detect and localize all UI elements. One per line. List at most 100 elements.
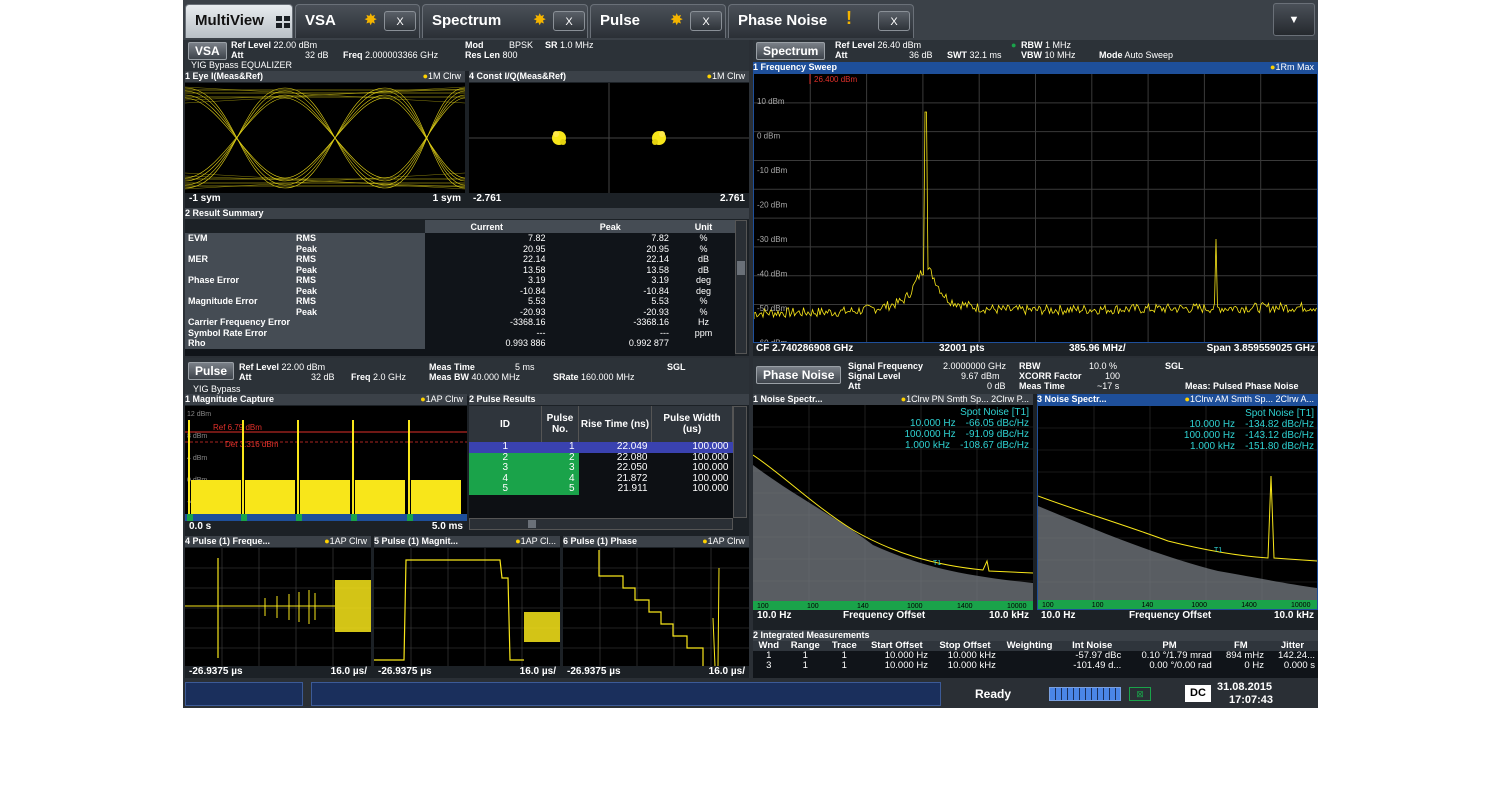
table-cell: 20.95	[646, 243, 669, 254]
axis-min: -1 sym	[189, 193, 221, 204]
x-tick: 10000	[1007, 603, 1027, 610]
value: 32.1 ms	[969, 50, 1002, 60]
title-text: 2 Integrated Measurements	[753, 630, 870, 640]
table-cell: Peak	[293, 243, 426, 254]
label: Att	[231, 50, 244, 60]
table-row[interactable]: 5 5 21.911 100.000	[469, 484, 733, 495]
table-cell: RMS	[293, 275, 426, 286]
close-button[interactable]: X	[690, 11, 722, 31]
offset: 10.000 Hz	[910, 418, 956, 429]
measurement-mode: Meas: Pulsed Phase Noise	[1185, 381, 1299, 391]
table-cell	[293, 317, 426, 328]
table-cell: dB	[697, 254, 709, 265]
det-marker-label: Det 3.316 dBm	[225, 440, 279, 449]
column-header: Peak	[548, 220, 672, 233]
x-tick: 1400	[957, 603, 973, 610]
pulse-results-title[interactable]: 2 Pulse Results	[469, 394, 749, 405]
pulse-channel-button[interactable]: Pulse	[188, 362, 235, 380]
constellation-title[interactable]: 4 Const I/Q(Meas&Ref) ●1M Clrw	[469, 71, 749, 82]
dc-coupling-badge[interactable]: DC	[1185, 685, 1211, 702]
close-button[interactable]: X	[384, 11, 416, 31]
integrated-measurements-title[interactable]: 2 Integrated Measurements	[753, 630, 1318, 641]
table-cell: Symbol Rate Error	[185, 327, 294, 338]
close-button[interactable]: X	[878, 11, 910, 31]
noise-spectrum-1-plot[interactable]: T1 100 100 140 1000 1400 10000 Spot Noise [T1…	[753, 405, 1033, 610]
y-tick: 8 dBm	[187, 433, 207, 440]
value: 2.0 GHz	[373, 372, 407, 382]
table-cell: 10.000 Hz	[884, 660, 929, 671]
spot-noise-row: 1.000 kHz -108.67 dBc/Hz	[885, 440, 1029, 451]
value: 22.00 dBm	[281, 362, 326, 372]
pulse-marker	[351, 514, 357, 521]
spectrum-channel-button[interactable]: Spectrum	[756, 42, 826, 60]
table-cell: 22.049	[578, 442, 652, 453]
trace-label: 1AP Cl...	[520, 536, 556, 546]
table-cell: 0 Hz	[1244, 660, 1264, 671]
ref-marker-label: Ref 6.79 dBm	[213, 423, 262, 432]
constellation-plot[interactable]	[469, 83, 749, 193]
value: 800	[502, 50, 518, 60]
vsa-header: VSA Ref Level 22.00 dBm Att 32 dB Freq 2…	[185, 40, 749, 71]
pulse-envelope	[300, 480, 350, 514]
tab-multiview[interactable]: MultiView	[185, 4, 293, 38]
offset: 10.000 Hz	[1189, 419, 1236, 430]
pulse-frequency-plot[interactable]	[185, 548, 371, 666]
result-summary-title[interactable]: 2 Result Summary	[185, 208, 749, 219]
vsa-channel-button[interactable]: VSA	[188, 42, 227, 60]
pulse-frequency-title[interactable]: 4 Pulse (1) Freque... ●1AP Clrw	[185, 536, 371, 547]
table-row: MER RMS 22.14 22.14 dB	[185, 254, 735, 265]
table-cell: 5.53	[527, 296, 546, 307]
table-cell: 3.19	[651, 275, 669, 286]
pulse-header: Pulse Ref Level 22.00 dBm Att 32 dB Freq…	[185, 358, 749, 396]
magnitude-axis: 0.0 s 5.0 ms	[185, 521, 467, 533]
pulse-results-table: ID Pulse No. Rise Time (ns) Pulse Width …	[469, 406, 733, 518]
constellation-axis: -2.761 2.761	[469, 193, 749, 205]
network-icon: ⊠	[1129, 687, 1151, 701]
x-tick: 100	[1092, 602, 1104, 609]
eye-diagram-title[interactable]: 1 Eye I(Meas&Ref) ●1M Clrw	[185, 71, 465, 82]
table-cell: 100.000	[651, 484, 733, 495]
frequency-sweep-plot[interactable]: 10 dBm 0 dBm -10 dBm -20 dBm -30 dBm -40 dBm -…	[753, 73, 1318, 343]
constellation-svg	[469, 83, 749, 193]
magnitude-capture-title[interactable]: 1 Magnitude Capture ●1AP Clrw	[185, 394, 467, 405]
title-text: 4 Pulse (1) Freque...	[185, 536, 271, 546]
summary-scrollbar[interactable]	[735, 220, 747, 354]
pulse-phase-title[interactable]: 6 Pulse (1) Phase ●1AP Clrw	[563, 536, 749, 547]
pulse-envelope	[245, 480, 295, 514]
phase-noise-channel-button[interactable]: Phase Noise	[756, 366, 842, 384]
label: Freq	[351, 372, 371, 382]
axis-max: 10.0 kHz	[988, 610, 1029, 621]
noise-spectrum-3-plot[interactable]: T1 100 100 140 1000 1400 10000 Spot Noise [T1…	[1037, 405, 1318, 610]
tab-pulse[interactable]: Pulse ✸ X	[590, 4, 726, 38]
magnitude-capture-plot[interactable]: 12 dBm 8 dBm 4 dBm 0 dBm -4 dBm Ref 6.79…	[185, 406, 467, 521]
softkey-area[interactable]	[185, 682, 303, 706]
tab-phase-noise[interactable]: Phase Noise ! X	[728, 4, 914, 38]
offset: 1.000 kHz	[1190, 441, 1236, 452]
table-row[interactable]: 3 3 22.050 100.000	[469, 463, 733, 474]
scrollbar-thumb[interactable]	[528, 520, 536, 528]
close-button[interactable]: X	[553, 11, 585, 31]
tab-spectrum[interactable]: Spectrum ✸ X	[422, 4, 588, 38]
pulse-magnitude-plot[interactable]	[374, 548, 560, 666]
results-hscrollbar[interactable]	[469, 518, 733, 530]
freq-per-div: 385.96 MHz/	[1069, 343, 1126, 354]
pulse-phase-plot[interactable]	[563, 548, 749, 666]
tab-vsa[interactable]: VSA ✸ X	[295, 4, 420, 38]
column-header: Unit	[671, 220, 735, 233]
table-cell	[185, 243, 294, 254]
table-cell: -10.84	[643, 285, 669, 296]
scrollbar-thumb[interactable]	[737, 261, 745, 275]
noise-spectrum-3-title[interactable]: 3 Noise Spectr... ●1Clrw AM Smth Sp... 2C…	[1037, 394, 1318, 405]
label: Ref Level	[231, 40, 272, 50]
window-menu-button[interactable]: ▼	[1273, 3, 1315, 36]
pulse-magnitude-title[interactable]: 5 Pulse (1) Magnit... ●1AP Cl...	[374, 536, 560, 547]
table-cell: ---	[659, 327, 669, 338]
table-cell	[999, 651, 1060, 661]
table-cell: RMS	[293, 233, 426, 244]
noise-spectrum-1-title[interactable]: 1 Noise Spectr... ●1Clrw PN Smth Sp... 2C…	[753, 394, 1033, 405]
warning-icon: !	[846, 8, 852, 28]
frequency-sweep-title[interactable]: 1 Frequency Sweep ●1Rm Max	[753, 62, 1318, 73]
results-scrollbar[interactable]	[733, 406, 747, 518]
table-row[interactable]: 1 1 22.049 100.000	[469, 442, 733, 453]
eye-diagram-plot[interactable]	[185, 83, 465, 193]
